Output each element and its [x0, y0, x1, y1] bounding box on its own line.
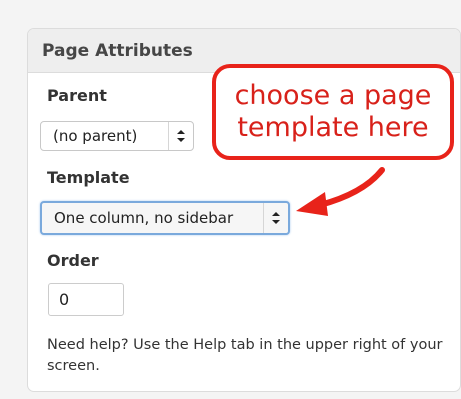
annotation-callout: choose a page template here	[212, 64, 454, 160]
red-arrow-icon	[296, 167, 385, 216]
annotation-text: choose a page template here	[234, 80, 432, 143]
